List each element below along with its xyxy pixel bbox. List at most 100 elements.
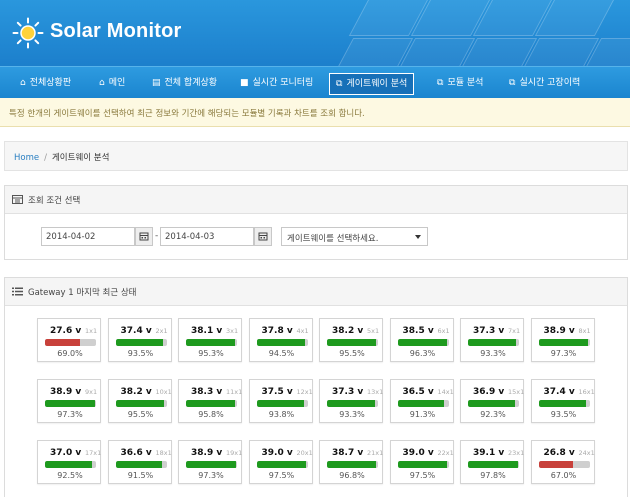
module-voltage: 39.0 v bbox=[402, 448, 434, 458]
module-tile[interactable]: 37.4 v 16x1 93.5% bbox=[530, 379, 595, 423]
module-tile[interactable]: 37.3 v 13x1 93.3% bbox=[319, 379, 383, 423]
breadcrumb-home-link[interactable]: Home bbox=[14, 153, 39, 163]
module-efficiency-fill bbox=[186, 339, 235, 346]
module-efficiency-percent: 93.3% bbox=[339, 410, 365, 419]
module-tile[interactable]: 38.7 v 21x1 96.8% bbox=[319, 440, 383, 484]
module-efficiency-fill bbox=[327, 461, 377, 468]
module-voltage: 37.5 v bbox=[261, 387, 293, 397]
module-tile[interactable]: 36.6 v 18x1 91.5% bbox=[107, 440, 172, 484]
module-tile[interactable]: 36.9 v 15x1 92.3% bbox=[460, 379, 524, 423]
sun-logo-icon bbox=[12, 17, 44, 49]
module-tile[interactable]: 38.9 v 19x1 97.3% bbox=[178, 440, 242, 484]
main-nav: ⌂ 전체상황판 ⌂ 메인 ▤ 전체 합계상황 ■ 실시간 모니터링 ⧉ 게이트웨이 분석 … bbox=[0, 66, 630, 98]
module-efficiency-fill bbox=[186, 461, 236, 468]
module-efficiency-bar bbox=[397, 461, 449, 468]
module-id: 18x1 bbox=[155, 449, 172, 457]
module-id: 7x1 bbox=[508, 327, 521, 335]
module-voltage: 38.9 v bbox=[50, 387, 82, 397]
breadcrumb: Home / 게이트웨이 분석 bbox=[4, 141, 628, 171]
module-efficiency-percent: 96.3% bbox=[409, 349, 436, 358]
nav-item-dashboard[interactable]: ⌂ 전체상황판 bbox=[14, 73, 77, 95]
module-efficiency-fill bbox=[186, 400, 235, 407]
module-efficiency-bar bbox=[327, 400, 378, 407]
solar-panel-decoration bbox=[330, 0, 630, 66]
module-voltage: 38.7 v bbox=[332, 448, 364, 458]
module-id: 19x1 bbox=[226, 449, 243, 457]
module-id: 1x1 bbox=[85, 327, 98, 335]
module-tile[interactable]: 39.0 v 20x1 97.5% bbox=[248, 440, 313, 484]
module-voltage: 38.9 v bbox=[543, 326, 575, 336]
module-efficiency-fill bbox=[327, 400, 375, 407]
module-id: 14x1 bbox=[437, 388, 454, 396]
module-id: 8x1 bbox=[578, 327, 591, 335]
module-voltage: 38.2 v bbox=[332, 326, 364, 336]
module-voltage: 37.3 v bbox=[473, 326, 505, 336]
cubes-icon: ⧉ bbox=[437, 78, 444, 88]
module-efficiency-bar bbox=[468, 400, 519, 407]
module-efficiency-percent: 69.0% bbox=[57, 349, 83, 358]
module-tile[interactable]: 37.0 v 17x1 92.5% bbox=[37, 440, 101, 484]
module-id: 3x1 bbox=[226, 327, 239, 335]
module-id: 20x1 bbox=[296, 449, 313, 457]
module-tile[interactable]: 26.8 v 24x1 67.0% bbox=[530, 440, 595, 484]
module-efficiency-bar bbox=[468, 461, 519, 468]
module-tile[interactable]: 37.8 v 4x1 94.5% bbox=[248, 318, 313, 362]
gateway-status-panel: Gateway 1 마지막 최근 상태 27.6 v 1x1 69.0% 37.4 v… bbox=[4, 277, 628, 497]
app-header: Solar Monitor bbox=[0, 0, 630, 66]
nav-item-realtime-failure-history[interactable]: ⧉ 실시간 고장이력 bbox=[503, 73, 586, 95]
cubes-icon: ⧉ bbox=[336, 79, 343, 89]
module-efficiency-bar bbox=[538, 400, 590, 407]
module-efficiency-bar bbox=[45, 400, 96, 407]
nav-item-module-analysis[interactable]: ⧉ 모듈 분석 bbox=[431, 73, 489, 95]
end-date-calendar-button[interactable] bbox=[254, 227, 272, 246]
module-efficiency-fill bbox=[256, 400, 305, 407]
cubes-icon: ⧉ bbox=[509, 78, 516, 88]
list-icon bbox=[12, 287, 23, 296]
module-tile[interactable]: 27.6 v 1x1 69.0% bbox=[37, 318, 101, 362]
module-efficiency-bar bbox=[256, 339, 308, 346]
module-efficiency-percent: 95.8% bbox=[198, 410, 224, 419]
start-date-calendar-button[interactable] bbox=[135, 227, 153, 246]
module-tile[interactable]: 37.3 v 7x1 93.3% bbox=[460, 318, 524, 362]
gateway-select[interactable]: 게이트웨이를 선택하세요. bbox=[281, 227, 428, 246]
module-efficiency-percent: 97.3% bbox=[550, 349, 577, 358]
module-tile[interactable]: 36.5 v 14x1 91.3% bbox=[389, 379, 454, 423]
module-efficiency-percent: 93.5% bbox=[550, 410, 577, 419]
module-efficiency-bar bbox=[45, 339, 96, 346]
module-voltage: 27.6 v bbox=[50, 326, 82, 336]
module-tile[interactable]: 39.0 v 22x1 97.5% bbox=[389, 440, 454, 484]
module-efficiency-bar bbox=[468, 339, 519, 346]
module-efficiency-percent: 97.3% bbox=[198, 471, 224, 480]
end-date-input[interactable]: 2014-04-03 bbox=[160, 227, 254, 246]
chevron-down-icon bbox=[415, 235, 421, 239]
start-date-input[interactable]: 2014-04-02 bbox=[41, 227, 135, 246]
nav-item-main[interactable]: ⌂ 메인 bbox=[93, 73, 131, 95]
nav-item-realtime-monitoring[interactable]: ■ 실시간 모니터링 bbox=[234, 73, 319, 95]
module-id: 21x1 bbox=[367, 449, 384, 457]
app-title: Solar Monitor bbox=[50, 20, 182, 42]
module-id: 9x1 bbox=[85, 388, 98, 396]
module-efficiency-bar bbox=[538, 461, 590, 468]
module-tile[interactable]: 38.2 v 10x1 95.5% bbox=[107, 379, 172, 423]
module-efficiency-percent: 92.3% bbox=[480, 410, 506, 419]
module-id: 5x1 bbox=[367, 327, 380, 335]
module-tile[interactable]: 38.5 v 6x1 96.3% bbox=[389, 318, 454, 362]
module-efficiency-fill bbox=[327, 339, 376, 346]
module-efficiency-bar bbox=[397, 339, 449, 346]
module-tile[interactable]: 39.1 v 23x1 97.8% bbox=[460, 440, 524, 484]
module-id: 12x1 bbox=[296, 388, 313, 396]
module-tile[interactable]: 38.2 v 5x1 95.5% bbox=[319, 318, 383, 362]
module-tile[interactable]: 38.9 v 9x1 97.3% bbox=[37, 379, 101, 423]
module-tile[interactable]: 38.3 v 11x1 95.8% bbox=[178, 379, 242, 423]
module-tile[interactable]: 37.5 v 12x1 93.8% bbox=[248, 379, 313, 423]
nav-item-total-summary[interactable]: ▤ 전체 합계상황 bbox=[146, 73, 223, 95]
module-efficiency-fill bbox=[45, 400, 95, 407]
module-tile[interactable]: 37.4 v 2x1 93.5% bbox=[107, 318, 172, 362]
module-efficiency-percent: 93.5% bbox=[127, 349, 154, 358]
module-efficiency-percent: 97.3% bbox=[57, 410, 83, 419]
module-tile[interactable]: 38.9 v 8x1 97.3% bbox=[530, 318, 595, 362]
nav-item-gateway-analysis[interactable]: ⧉ 게이트웨이 분석 bbox=[329, 73, 415, 95]
module-id: 24x1 bbox=[578, 449, 595, 457]
module-tile[interactable]: 38.1 v 3x1 95.3% bbox=[178, 318, 242, 362]
module-efficiency-percent: 95.5% bbox=[127, 410, 154, 419]
